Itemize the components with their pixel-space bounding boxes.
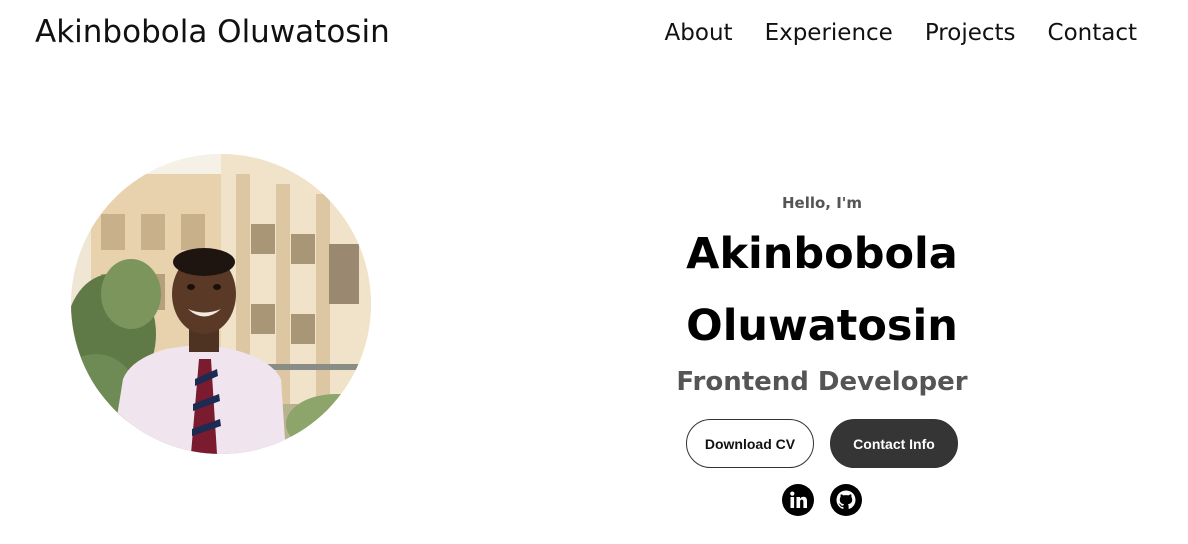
hero-section: Hello, I'm Akinbobola Oluwatosin Fronten… bbox=[622, 192, 1022, 516]
nav-projects-link[interactable]: Projects bbox=[925, 20, 1016, 46]
nav-contact-link[interactable]: Contact bbox=[1048, 20, 1137, 46]
main-nav: About Experience Projects Contact bbox=[665, 20, 1137, 46]
github-icon[interactable] bbox=[830, 484, 862, 516]
hero-name: Akinbobola Oluwatosin bbox=[622, 218, 1022, 362]
greeting-text: Hello, I'm bbox=[781, 194, 863, 212]
hero-name-line2: Oluwatosin bbox=[686, 301, 958, 351]
hero-name-line1: Akinbobola bbox=[686, 229, 958, 279]
hero-buttons: Download CV Contact Info bbox=[622, 419, 1022, 468]
download-cv-button[interactable]: Download CV bbox=[686, 419, 814, 468]
profile-photo bbox=[71, 154, 371, 454]
linkedin-icon[interactable] bbox=[782, 484, 814, 516]
contact-info-button[interactable]: Contact Info bbox=[830, 419, 958, 468]
site-logo[interactable]: Akinbobola Oluwatosin bbox=[35, 14, 390, 50]
hero-role: Frontend Developer bbox=[676, 367, 968, 397]
social-links bbox=[622, 484, 1022, 516]
page: Akinbobola Oluwatosin About Experience P… bbox=[0, 0, 1188, 544]
nav-experience-link[interactable]: Experience bbox=[765, 20, 893, 46]
nav-about-link[interactable]: About bbox=[665, 20, 733, 46]
